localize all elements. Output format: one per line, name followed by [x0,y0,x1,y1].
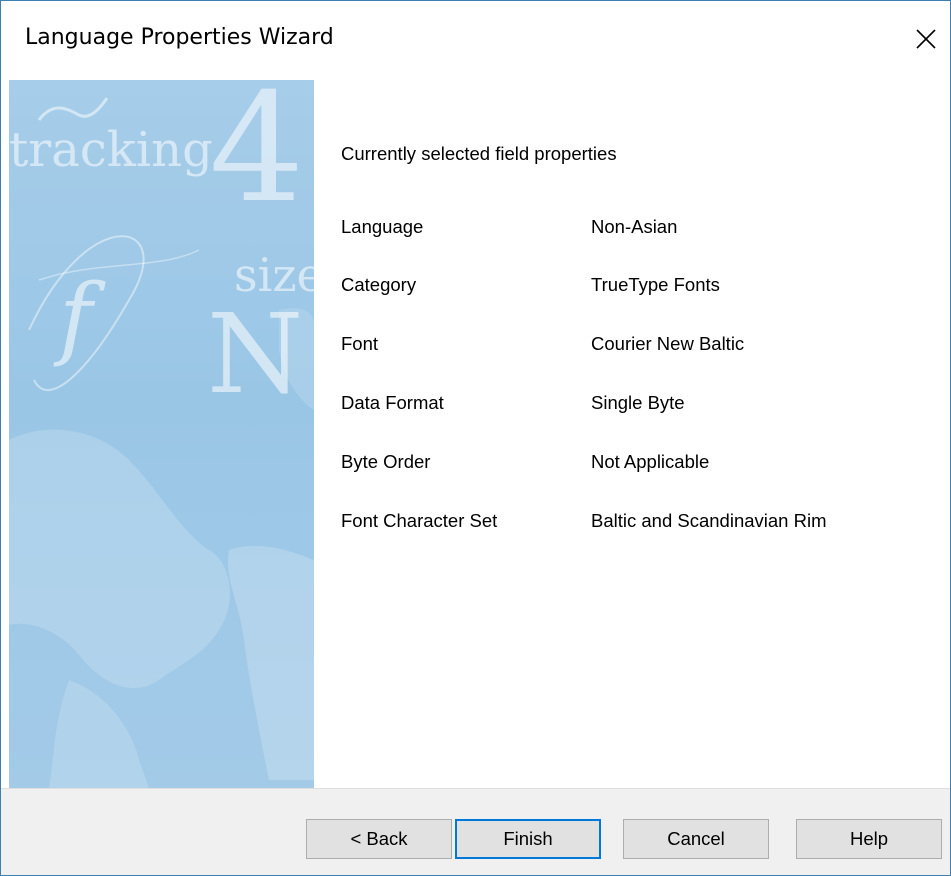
property-label-category: Category [341,274,417,295]
wizard-content: Currently selected field properties Lang… [314,80,950,788]
back-button[interactable]: < Back [306,819,452,859]
property-label-font: Font [341,333,379,354]
property-label-language: Language [341,216,424,237]
property-label-font-character-set: Font Character Set [341,510,498,531]
wizard-side-image: tracking 4 size N f [9,80,314,788]
cancel-button[interactable]: Cancel [623,819,769,859]
property-value-category: TrueType Fonts [591,274,720,295]
watermark-numeral: 4 [209,80,305,236]
property-label-byte-order: Byte Order [341,451,431,472]
property-value-byte-order: Not Applicable [591,451,710,472]
help-button[interactable]: Help [796,819,942,859]
title-bar[interactable]: Language Properties Wizard [1,1,950,80]
property-value-font-character-set: Baltic and Scandinavian Rim [591,510,827,531]
property-value-data-format: Single Byte [591,392,685,413]
close-button[interactable] [902,13,950,65]
wizard-dialog: Language Properties Wizard tracking 4 si… [0,0,951,876]
watermark-word-tracking: tracking [9,122,213,178]
close-icon [916,29,936,49]
property-label-data-format: Data Format [341,392,444,413]
window-title: Language Properties Wizard [25,25,334,50]
button-bar: < Back Finish Cancel Help [1,788,950,875]
watermark-script-f: f [59,265,93,370]
section-heading: Currently selected field properties [341,143,617,164]
watermark-letter-n: N [207,290,304,418]
property-value-language: Non-Asian [591,216,678,237]
property-value-font: Courier New Baltic [591,333,745,354]
finish-button[interactable]: Finish [455,819,601,859]
